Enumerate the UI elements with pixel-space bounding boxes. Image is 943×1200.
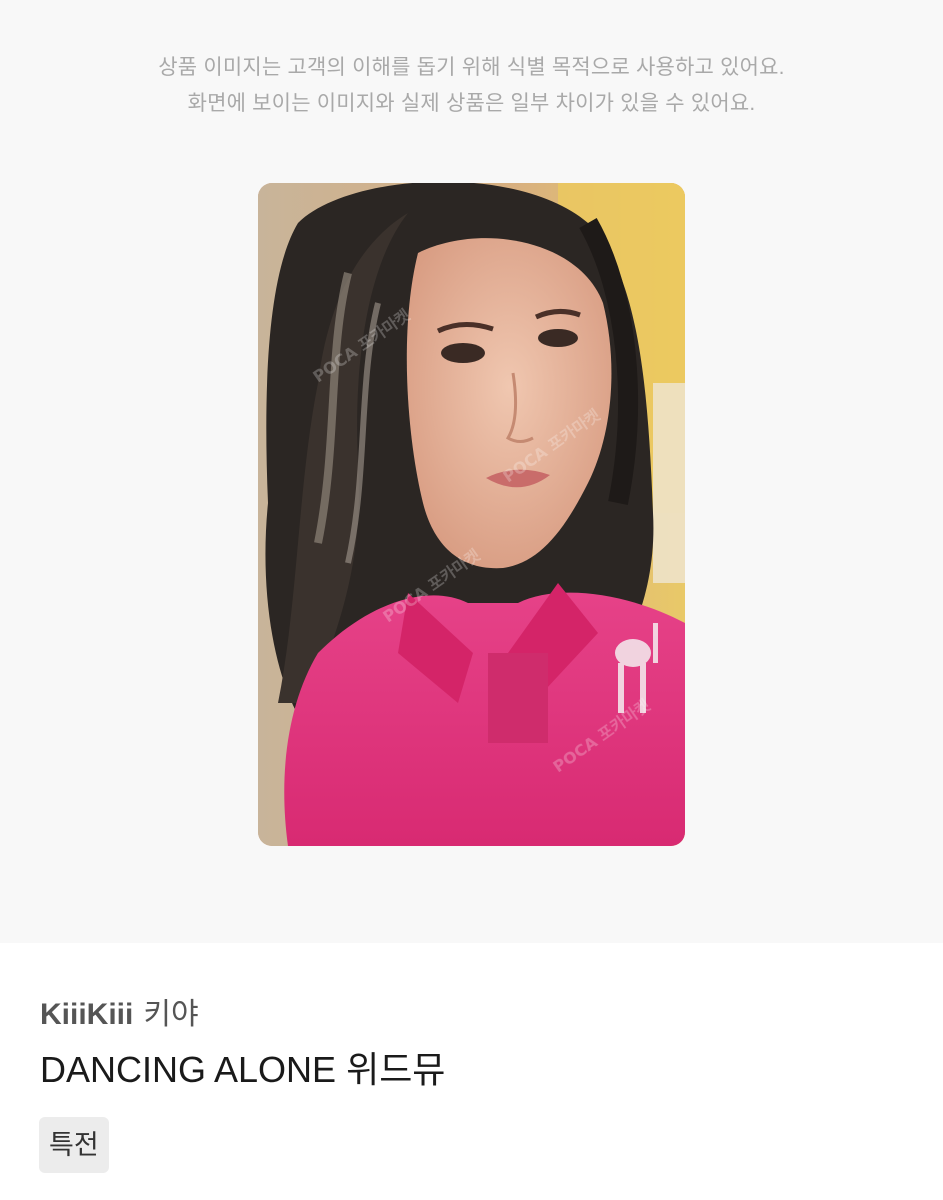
disclaimer-line-2: 화면에 보이는 이미지와 실제 상품은 일부 차이가 있을 수 있어요. <box>187 92 756 115</box>
product-title: DANCING ALONE 위드뮤 <box>40 1049 446 1090</box>
group-name[interactable]: KiiiKiii <box>40 998 133 1031</box>
image-disclaimer: 상품 이미지는 고객의 이해를 돕기 위해 식별 목적으로 사용하고 있어요. … <box>0 50 943 122</box>
product-image-area: 상품 이미지는 고객의 이해를 돕기 위해 식별 목적으로 사용하고 있어요. … <box>0 0 943 943</box>
member-name: 키야 <box>143 998 199 1031</box>
artist-line: KiiiKiii 키야 <box>40 997 199 1033</box>
disclaimer-line-1: 상품 이미지는 고객의 이해를 돕기 위해 식별 목적으로 사용하고 있어요. <box>158 56 785 79</box>
benefit-tag: 특전 <box>39 1117 109 1173</box>
photocard-illustration: POCA 포카마켓 POCA 포카마켓 POCA 포카마켓 POCA 포카마켓 <box>258 183 685 846</box>
photocard-image[interactable]: POCA 포카마켓 POCA 포카마켓 POCA 포카마켓 POCA 포카마켓 <box>258 183 685 846</box>
